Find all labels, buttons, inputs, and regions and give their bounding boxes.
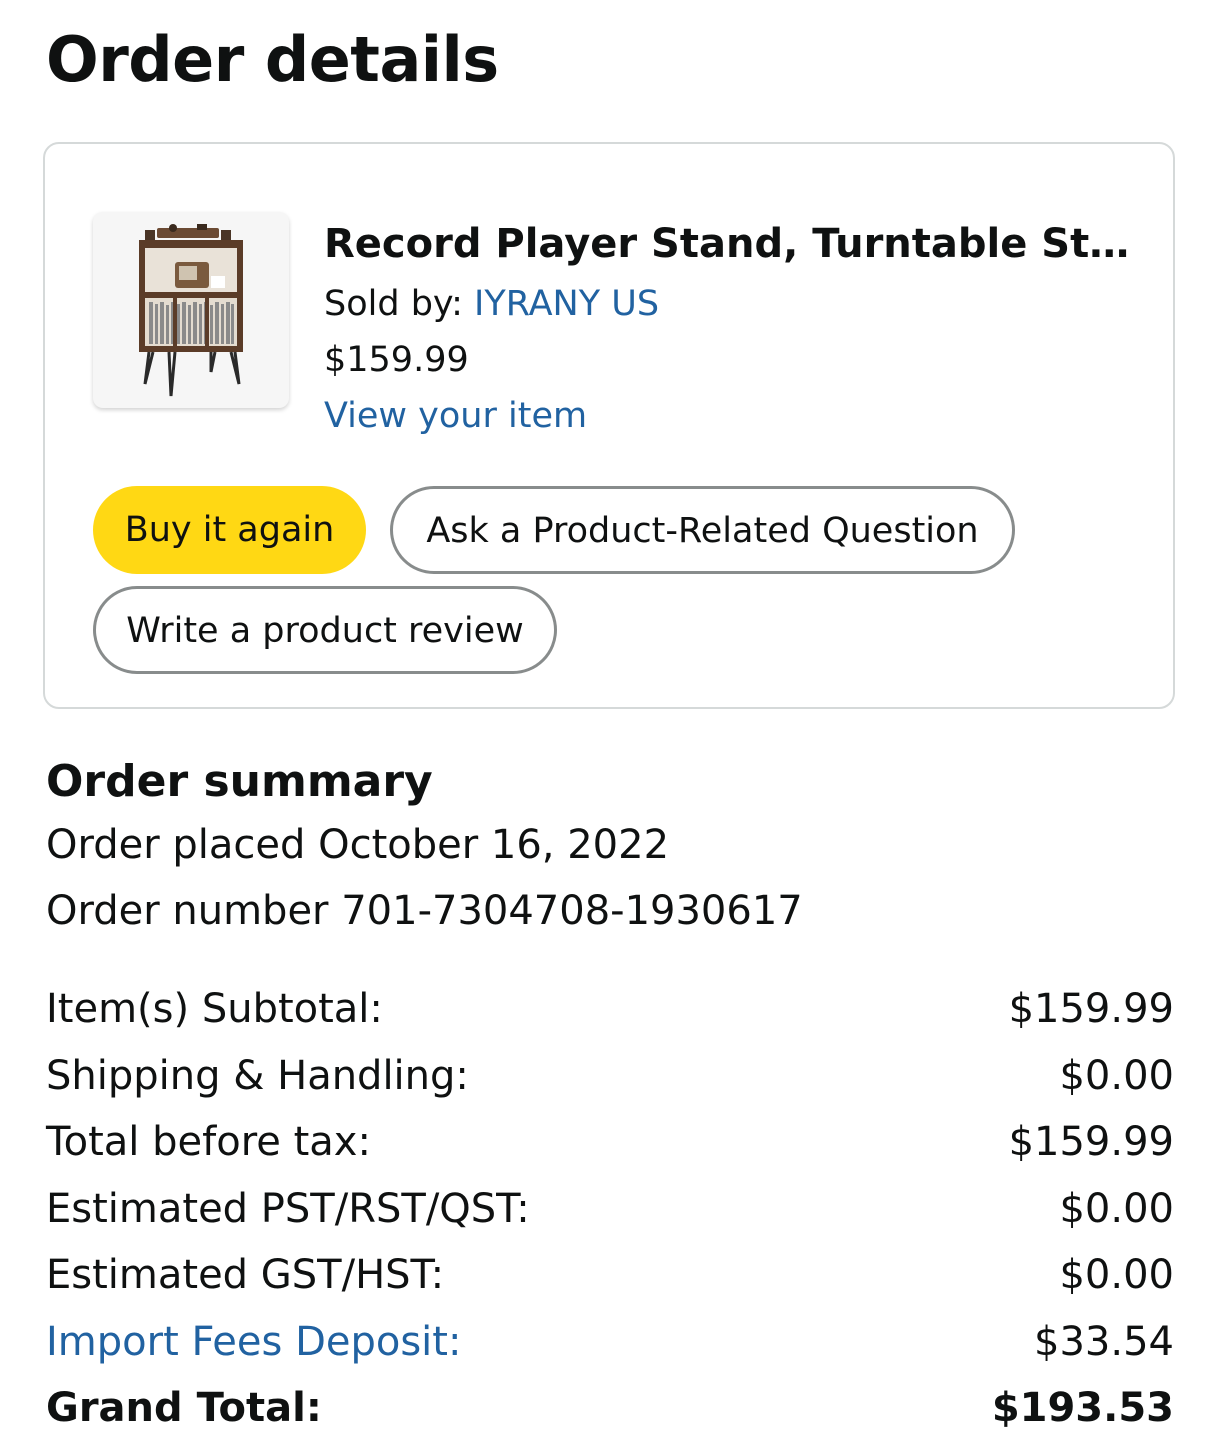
pst-value: $0.00 [1059, 1185, 1174, 1232]
pst-row: Estimated PST/RST/QST: $0.00 [46, 1176, 1174, 1243]
product-title[interactable]: Record Player Stand, Turntable Stan... [324, 212, 1134, 276]
order-summary: Order summary Order placed October 16, 2… [46, 752, 1174, 944]
total-before-tax-row: Total before tax: $159.99 [46, 1109, 1174, 1176]
order-number: Order number 701-7304708-1930617 [46, 888, 803, 934]
seller-link[interactable]: IYRANY US [474, 284, 659, 324]
sold-by-label: Sold by: [324, 284, 474, 324]
grand-total-value: $193.53 [991, 1385, 1174, 1431]
import-fees-value: $33.54 [1034, 1318, 1174, 1365]
grand-total-label: Grand Total: [46, 1385, 322, 1431]
import-fees-row: Import Fees Deposit: $33.54 [46, 1309, 1174, 1376]
order-placed-date: Order placed October 16, 2022 [46, 822, 670, 868]
subtotal-value: $159.99 [1008, 986, 1174, 1032]
gst-value: $0.00 [1059, 1252, 1174, 1298]
view-item-link[interactable]: View your item [324, 388, 587, 444]
product-image[interactable] [93, 212, 289, 408]
item-price: $159.99 [324, 340, 469, 380]
subtotal-row: Item(s) Subtotal: $159.99 [46, 976, 1174, 1043]
pst-label: Estimated PST/RST/QST: [46, 1185, 530, 1232]
subtotal-label: Item(s) Subtotal: [46, 986, 383, 1032]
write-review-button[interactable]: Write a product review [93, 586, 557, 674]
total-before-tax-label: Total before tax: [46, 1119, 371, 1165]
total-before-tax-value: $159.99 [1008, 1119, 1174, 1165]
shipping-row: Shipping & Handling: $0.00 [46, 1043, 1174, 1110]
ask-question-button[interactable]: Ask a Product-Related Question [390, 486, 1015, 574]
shipping-value: $0.00 [1059, 1052, 1174, 1099]
page-title: Order details [46, 23, 499, 96]
gst-label: Estimated GST/HST: [46, 1252, 445, 1298]
shipping-label: Shipping & Handling: [46, 1052, 469, 1099]
import-fees-link[interactable]: Import Fees Deposit: [46, 1309, 461, 1376]
gst-row: Estimated GST/HST: $0.00 [46, 1242, 1174, 1309]
sold-by: Sold by: IYRANY US [324, 276, 1144, 332]
buy-again-button[interactable]: Buy it again [93, 486, 366, 574]
order-summary-title: Order summary [46, 756, 433, 807]
grand-total-row: Grand Total: $193.53 [46, 1375, 1174, 1442]
order-item-card: Record Player Stand, Turntable Stan... S… [43, 142, 1175, 709]
order-totals: Item(s) Subtotal: $159.99 Shipping & Han… [46, 976, 1174, 1442]
item-info: Record Player Stand, Turntable Stan... S… [324, 212, 1144, 444]
record-player-stand-icon [139, 224, 243, 397]
